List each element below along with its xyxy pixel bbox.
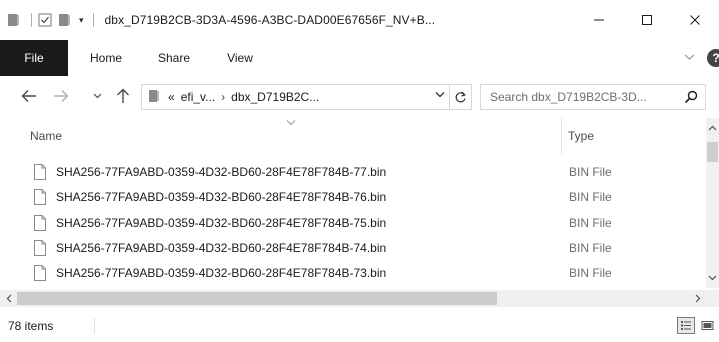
title-bar: ▾ dbx_D719B2CB-3D3A-4596-A3BC-DAD00E6765… bbox=[0, 0, 719, 40]
help-icon[interactable]: ? bbox=[707, 49, 719, 67]
address-bar[interactable]: « efi_v... › dbx_D719B2C... bbox=[141, 84, 472, 110]
window-title: dbx_D719B2CB-3D3A-4596-A3BC-DAD00E67656F… bbox=[104, 13, 436, 27]
search-input[interactable] bbox=[490, 90, 680, 104]
details-view-icon[interactable] bbox=[677, 317, 695, 334]
file-name: SHA256-77FA9ABD-0359-4D32-BD60-28F4E78F7… bbox=[56, 241, 387, 255]
quick-access-toolbar: ▾ bbox=[0, 0, 99, 40]
file-list: SHA256-77FA9ABD-0359-4D32-BD60-28F4E78F7… bbox=[0, 160, 706, 288]
address-dropdown-chevron-icon[interactable] bbox=[435, 90, 445, 101]
column-header-name[interactable]: Name bbox=[30, 129, 62, 143]
forward-button[interactable] bbox=[50, 86, 72, 106]
file-row[interactable]: SHA256-77FA9ABD-0359-4D32-BD60-28F4E78F7… bbox=[0, 261, 706, 285]
horizontal-scroll-thumb[interactable] bbox=[17, 292, 497, 305]
toolbar-divider bbox=[92, 13, 94, 27]
file-type: BIN File bbox=[569, 165, 612, 179]
maximize-button[interactable] bbox=[623, 0, 671, 40]
file-name: SHA256-77FA9ABD-0359-4D32-BD60-28F4E78F7… bbox=[56, 190, 387, 204]
item-count: 78 items bbox=[8, 319, 54, 333]
vertical-scrollbar[interactable] bbox=[706, 118, 719, 288]
file-icon bbox=[33, 265, 47, 281]
breadcrumb-item[interactable]: dbx_D719B2C... bbox=[231, 90, 319, 104]
tab-view[interactable]: View bbox=[210, 40, 270, 76]
file-row[interactable]: SHA256-77FA9ABD-0359-4D32-BD60-28F4E78F7… bbox=[0, 185, 706, 209]
scroll-left-icon[interactable] bbox=[0, 290, 17, 307]
ribbon-controls: ? bbox=[684, 40, 719, 76]
file-icon bbox=[33, 215, 47, 231]
breadcrumb-separator[interactable]: › bbox=[221, 90, 225, 104]
breadcrumb-item[interactable]: efi_v... bbox=[181, 90, 215, 104]
ribbon-tabs: File Home Share View ? bbox=[0, 40, 719, 76]
file-name: SHA256-77FA9ABD-0359-4D32-BD60-28F4E78F7… bbox=[56, 266, 387, 280]
back-button[interactable] bbox=[18, 86, 40, 106]
vertical-scroll-thumb[interactable] bbox=[707, 142, 718, 162]
large-icons-view-icon[interactable] bbox=[698, 317, 716, 334]
scroll-up-icon[interactable] bbox=[706, 120, 719, 136]
horizontal-scrollbar[interactable] bbox=[0, 290, 706, 307]
folder-icon[interactable] bbox=[6, 12, 22, 28]
refresh-icon[interactable] bbox=[449, 85, 471, 109]
minimize-button[interactable] bbox=[575, 0, 623, 40]
file-name: SHA256-77FA9ABD-0359-4D32-BD60-28F4E78F7… bbox=[56, 216, 387, 230]
file-row[interactable]: SHA256-77FA9ABD-0359-4D32-BD60-28F4E78F7… bbox=[0, 211, 706, 235]
tab-share[interactable]: Share bbox=[142, 40, 206, 76]
search-field[interactable] bbox=[480, 84, 706, 110]
navigation-bar: « efi_v... › dbx_D719B2C... bbox=[0, 78, 719, 114]
file-icon bbox=[33, 164, 47, 180]
column-header-type[interactable]: Type bbox=[568, 129, 594, 143]
breadcrumb-overflow[interactable]: « bbox=[168, 90, 175, 104]
status-divider bbox=[94, 318, 95, 334]
recent-locations-chevron-icon[interactable] bbox=[91, 86, 103, 106]
scroll-right-icon[interactable] bbox=[689, 290, 706, 307]
close-button[interactable] bbox=[671, 0, 719, 40]
tab-home[interactable]: Home bbox=[74, 40, 138, 76]
sort-chevron-icon bbox=[286, 118, 296, 128]
toolbar-divider bbox=[31, 13, 32, 27]
status-bar: 78 items bbox=[0, 308, 719, 342]
customize-toolbar-dropdown[interactable]: ▾ bbox=[79, 15, 84, 26]
window-controls bbox=[575, 0, 719, 40]
file-type: BIN File bbox=[569, 241, 612, 255]
file-row[interactable]: SHA256-77FA9ABD-0359-4D32-BD60-28F4E78F7… bbox=[0, 236, 706, 260]
scroll-down-icon[interactable] bbox=[706, 270, 719, 286]
expand-ribbon-chevron-icon[interactable] bbox=[684, 52, 695, 64]
file-row[interactable]: SHA256-77FA9ABD-0359-4D32-BD60-28F4E78F7… bbox=[0, 160, 706, 184]
file-type: BIN File bbox=[569, 190, 612, 204]
folder-icon bbox=[148, 89, 160, 106]
column-header: Name Type bbox=[0, 118, 706, 154]
search-icon[interactable] bbox=[684, 90, 698, 107]
file-icon bbox=[33, 189, 47, 205]
tab-file[interactable]: File bbox=[0, 40, 68, 76]
up-button[interactable] bbox=[114, 86, 132, 106]
file-type: BIN File bbox=[569, 216, 612, 230]
file-type: BIN File bbox=[569, 266, 612, 280]
file-name: SHA256-77FA9ABD-0359-4D32-BD60-28F4E78F7… bbox=[56, 165, 387, 179]
new-folder-icon[interactable] bbox=[57, 12, 73, 28]
file-icon bbox=[33, 240, 47, 256]
properties-check-icon[interactable] bbox=[37, 12, 53, 28]
column-divider[interactable] bbox=[561, 118, 562, 154]
scrollbar-corner bbox=[706, 290, 719, 307]
